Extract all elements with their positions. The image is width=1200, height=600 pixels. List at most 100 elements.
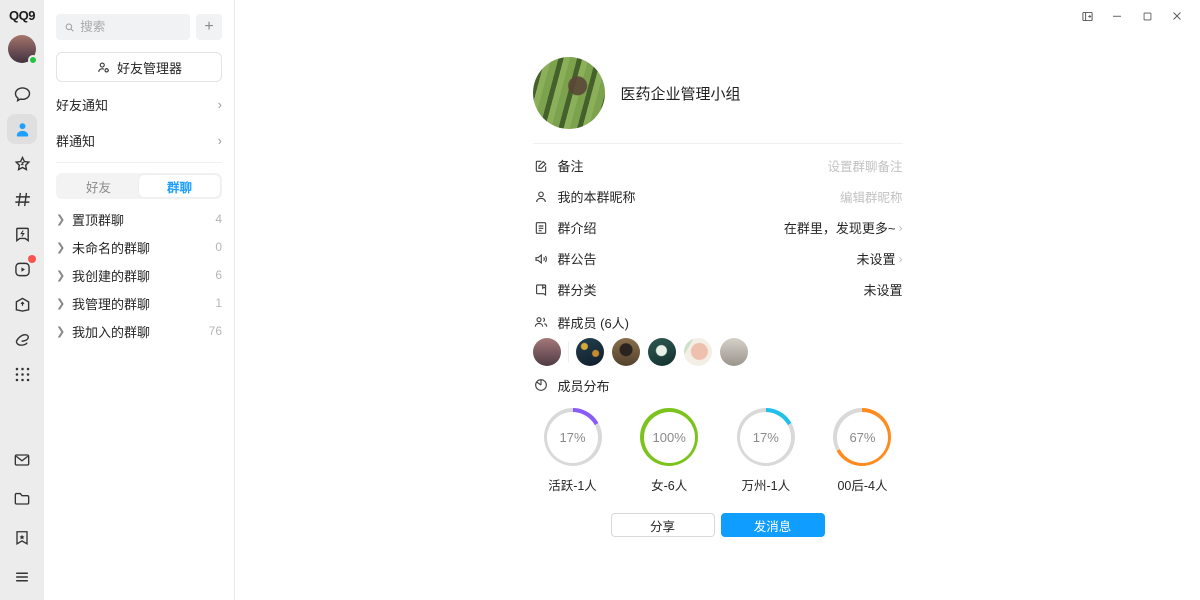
pie-chart-icon <box>533 377 549 393</box>
friend-notice-label: 好友通知 <box>56 95 108 114</box>
donut-label: 活跃-1人 <box>548 475 597 494</box>
chevron-right-icon: › <box>899 222 903 234</box>
group-title: 医药企业管理小组 <box>621 83 741 104</box>
member-avatar[interactable] <box>648 338 676 366</box>
member-avatar-strip <box>533 338 903 366</box>
short-video-icon[interactable] <box>7 254 37 284</box>
nickname-label: 我的本群昵称 <box>558 187 636 206</box>
donut-ring: 100% <box>640 408 698 466</box>
star-icon[interactable] <box>7 149 37 179</box>
chevron-right-icon: ❯ <box>56 213 72 226</box>
group-notice-label: 群通知 <box>56 131 95 150</box>
search-input-wrap[interactable] <box>56 14 190 40</box>
member-avatar[interactable] <box>576 338 604 366</box>
chat-bubble-icon[interactable] <box>7 79 37 109</box>
donut-region: 17% 万州-1人 <box>726 408 806 494</box>
group-category-label: 群分类 <box>558 280 597 299</box>
group-category-label: 置顶群聊 <box>72 210 124 229</box>
mail-icon[interactable] <box>7 445 37 475</box>
friend-manager-button[interactable]: 好友管理器 <box>56 52 222 82</box>
hash-channel-icon[interactable] <box>7 184 37 214</box>
distribution-label: 成员分布 <box>558 376 610 395</box>
box-icon[interactable] <box>7 289 37 319</box>
group-intro-row[interactable]: 群介绍 在群里，发现更多~ › <box>533 212 903 243</box>
group-category-count: 1 <box>215 296 222 310</box>
send-message-button[interactable]: 发消息 <box>721 513 825 537</box>
group-profile-pane: 医药企业管理小组 备注 设置群聊备注 我的本群昵称 编辑群昵称 群介绍 在群里，… <box>235 0 1200 600</box>
group-announcement-row[interactable]: 群公告 未设置 › <box>533 243 903 274</box>
donut-label: 女-6人 <box>651 475 687 494</box>
group-category-label: 我加入的群聊 <box>72 322 150 341</box>
close-icon[interactable] <box>1166 7 1188 25</box>
group-category-row[interactable]: 群分类 未设置 <box>533 274 903 305</box>
search-input[interactable] <box>80 20 182 34</box>
chevron-right-icon: ❯ <box>56 297 72 310</box>
group-category-label: 未命名的群聊 <box>72 238 150 257</box>
contacts-panel: + 好友管理器 好友通知 › 群通知 › 好友 群聊 ❯ 置顶群聊 4 ❯ 未命… <box>44 0 235 600</box>
donut-label: 万州-1人 <box>742 475 791 494</box>
member-avatar[interactable] <box>533 338 561 366</box>
menu-icon[interactable] <box>7 562 37 592</box>
bookmark-star-icon[interactable] <box>7 523 37 553</box>
user-avatar[interactable] <box>8 35 36 63</box>
game-icon[interactable] <box>7 219 37 249</box>
edit-icon <box>533 158 549 174</box>
donut-age: 67% 00后-4人 <box>822 408 902 494</box>
tab-groups[interactable]: 群聊 <box>139 175 220 197</box>
group-category-count: 0 <box>215 240 222 254</box>
group-category-unnamed[interactable]: ❯ 未命名的群聊 0 <box>56 233 222 261</box>
friend-manager-label: 好友管理器 <box>117 58 182 77</box>
donut-active: 17% 活跃-1人 <box>533 408 613 494</box>
share-button[interactable]: 分享 <box>611 513 715 537</box>
document-icon <box>533 220 549 236</box>
hand-icon[interactable] <box>7 324 37 354</box>
search-icon <box>64 21 75 34</box>
member-avatar[interactable] <box>684 338 712 366</box>
remark-value: 设置群聊备注 <box>827 156 902 175</box>
members-label: 群成员 (6人) <box>558 313 630 332</box>
minimize-icon[interactable] <box>1106 7 1128 25</box>
group-category-count: 76 <box>209 324 222 338</box>
tab-friends[interactable]: 好友 <box>58 175 139 197</box>
donut-percent: 67% <box>849 430 875 445</box>
donut-female: 100% 女-6人 <box>629 408 709 494</box>
contacts-person-icon[interactable] <box>7 114 37 144</box>
group-announcement-label: 群公告 <box>558 249 597 268</box>
friend-notice-row[interactable]: 好友通知 › <box>56 90 222 118</box>
remark-row[interactable]: 备注 设置群聊备注 <box>533 150 903 181</box>
group-category-count: 4 <box>215 212 222 226</box>
group-announcement-value: 未设置 › <box>856 249 902 268</box>
person-icon <box>533 189 549 205</box>
donut-ring: 67% <box>833 408 891 466</box>
member-avatar[interactable] <box>720 338 748 366</box>
layout-toggle-icon[interactable] <box>1076 7 1098 25</box>
chevron-right-icon: › <box>218 98 222 111</box>
speaker-icon <box>533 251 549 267</box>
group-category-label: 我管理的群聊 <box>72 294 150 313</box>
donut-ring: 17% <box>544 408 602 466</box>
add-button[interactable]: + <box>196 14 222 40</box>
apps-grid-icon[interactable] <box>7 359 37 389</box>
group-header: 医药企业管理小组 <box>533 57 903 144</box>
group-category-label: 我创建的群聊 <box>72 266 150 285</box>
app-rail: QQ9 <box>0 0 44 600</box>
contacts-tabbar: 好友 群聊 <box>56 173 222 199</box>
member-avatar[interactable] <box>612 338 640 366</box>
group-notice-row[interactable]: 群通知 › <box>56 126 222 154</box>
online-status-dot <box>28 55 38 65</box>
window-titlebar <box>1076 0 1200 25</box>
maximize-icon[interactable] <box>1136 7 1158 25</box>
group-category-joined[interactable]: ❯ 我加入的群聊 76 <box>56 317 222 345</box>
donut-ring: 17% <box>737 408 795 466</box>
group-category-pinned[interactable]: ❯ 置顶群聊 4 <box>56 205 222 233</box>
group-avatar[interactable] <box>533 57 605 129</box>
nickname-row[interactable]: 我的本群昵称 编辑群昵称 <box>533 181 903 212</box>
person-gear-icon <box>96 60 111 75</box>
chevron-right-icon: ❯ <box>56 269 72 282</box>
group-category-created[interactable]: ❯ 我创建的群聊 6 <box>56 261 222 289</box>
owner-separator <box>568 342 569 362</box>
folder-icon[interactable] <box>7 484 37 514</box>
members-section: 群成员 (6人) <box>533 307 903 366</box>
chevron-right-icon: › <box>218 134 222 147</box>
group-category-managed[interactable]: ❯ 我管理的群聊 1 <box>56 289 222 317</box>
